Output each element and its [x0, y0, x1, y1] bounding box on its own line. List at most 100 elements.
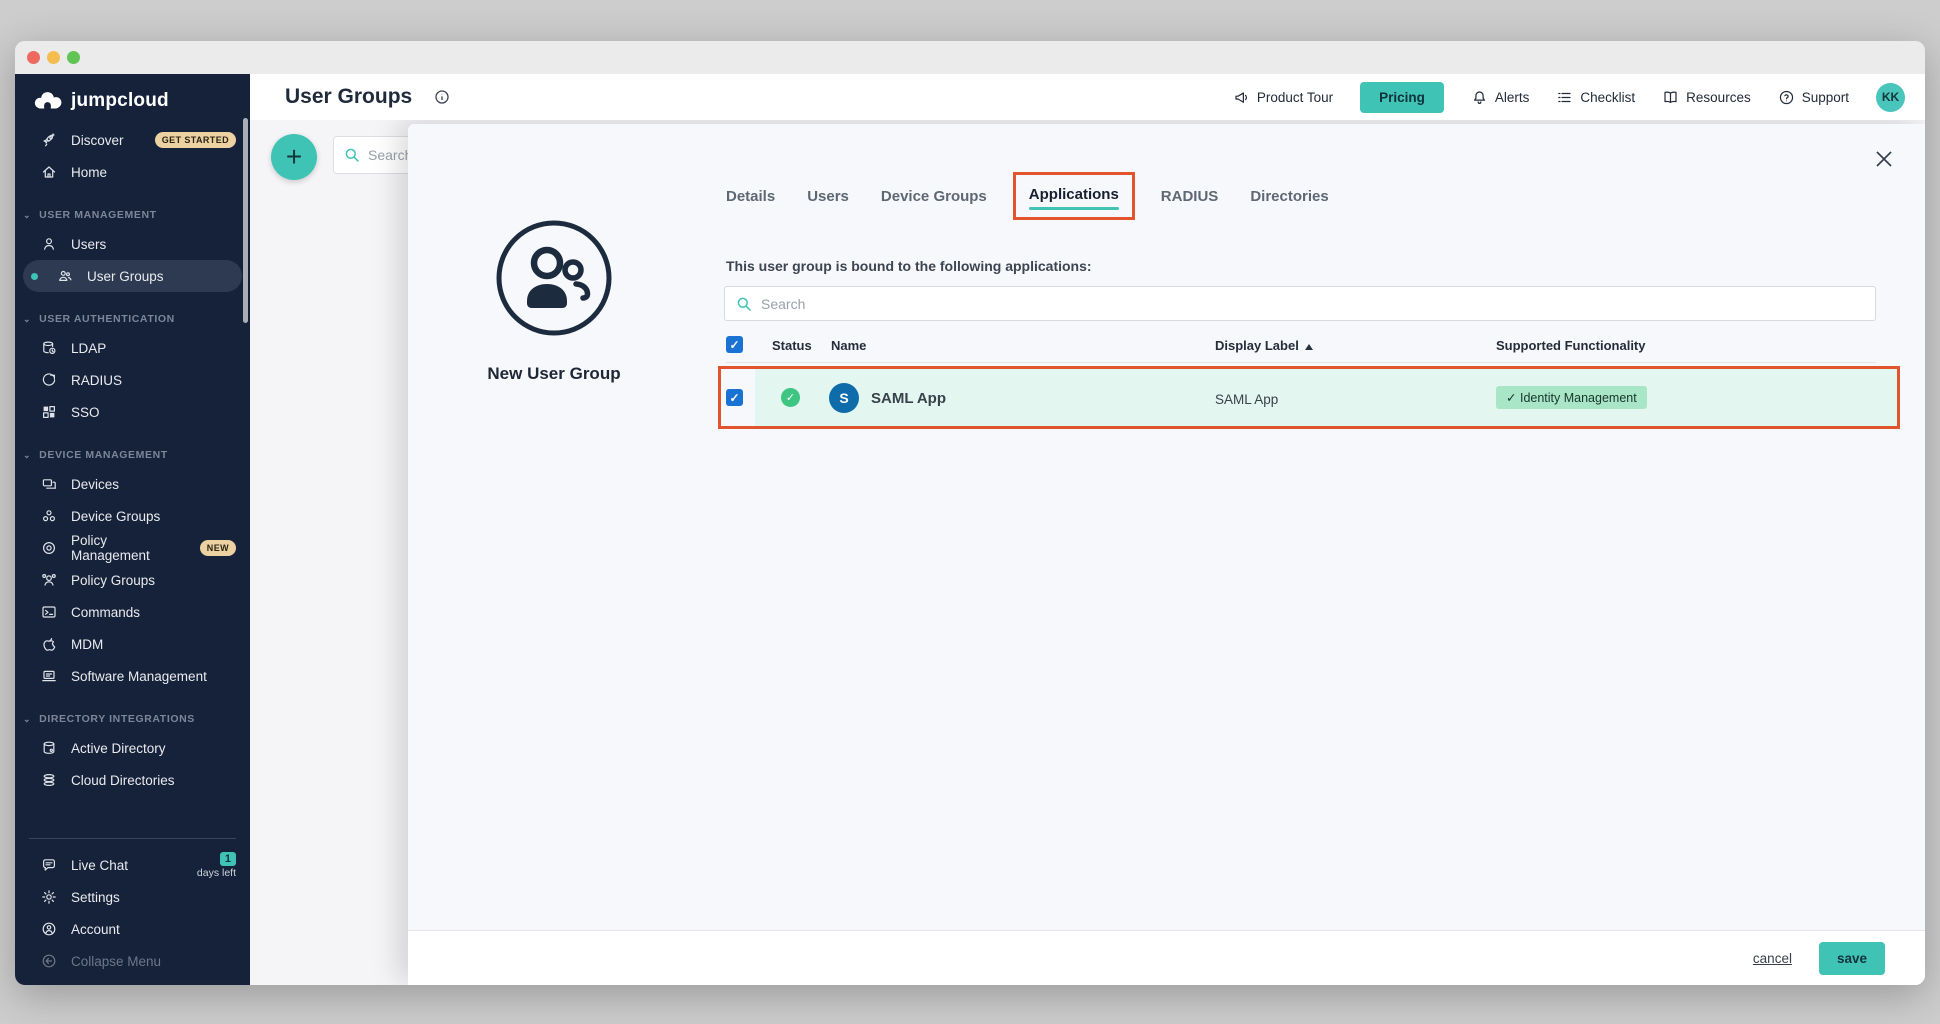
column-header-status[interactable]: Status [772, 338, 812, 353]
application-row-highlight-box: ✓ ✓ S SAML App SAML App ✓ Identity Manag… [718, 366, 1900, 429]
sidebar-item-cloud-directories[interactable]: Cloud Directories [15, 764, 250, 796]
select-all-checkbox[interactable]: ✓ [726, 336, 743, 353]
sidebar-item-user-groups[interactable]: User Groups [23, 260, 242, 292]
sidebar-item-label: Device Groups [71, 509, 160, 524]
question-circle-icon [1778, 89, 1795, 106]
chevron-down-icon: ⌄ [23, 450, 31, 461]
app-window: jumpcloud Discover GET STARTED Home ⌄ US… [15, 41, 1925, 985]
sidebar-section-user-management: ⌄ USER MANAGEMENT Users User Groups [15, 202, 250, 292]
sidebar-item-discover[interactable]: Discover GET STARTED [15, 124, 250, 156]
checklist-icon [1556, 89, 1573, 106]
sidebar-item-radius[interactable]: RADIUS [15, 364, 250, 396]
sidebar-item-devices[interactable]: Devices [15, 468, 250, 500]
chevron-down-icon: ⌄ [23, 210, 31, 221]
column-header-name[interactable]: Name [831, 338, 866, 353]
policy-group-icon [41, 572, 57, 588]
close-icon[interactable] [1873, 148, 1895, 170]
sidebar-item-commands[interactable]: Commands [15, 596, 250, 628]
applications-table-header: ✓ Status Name Display Label Supported Fu… [726, 336, 1876, 363]
account-circle-icon [41, 921, 57, 937]
info-icon[interactable] [434, 89, 450, 105]
sidebar-item-label: RADIUS [71, 373, 122, 388]
directory-database-icon [41, 740, 57, 756]
resources-button[interactable]: Resources [1662, 89, 1751, 106]
minimize-window-button[interactable] [47, 51, 60, 64]
get-started-badge: GET STARTED [155, 132, 236, 148]
page-title: User Groups [285, 85, 412, 109]
sidebar-section-directory-integrations: ⌄ DIRECTORY INTEGRATIONS Active Director… [15, 706, 250, 796]
bound-applications-description: This user group is bound to the followin… [726, 258, 1092, 274]
app-display-label: SAML App [1215, 392, 1278, 407]
close-window-button[interactable] [27, 51, 40, 64]
tab-details[interactable]: Details [726, 188, 775, 205]
sidebar-section-device-management: ⌄ DEVICE MANAGEMENT Devices Device Group… [15, 442, 250, 692]
sidebar-item-home[interactable]: Home [15, 156, 250, 188]
collapse-arrow-icon [41, 953, 57, 969]
sidebar-item-label: Commands [71, 605, 140, 620]
trial-countdown: 1 days left [197, 852, 236, 879]
tab-radius[interactable]: RADIUS [1161, 188, 1219, 205]
product-tour-button[interactable]: Product Tour [1233, 89, 1333, 106]
new-badge: NEW [200, 540, 236, 556]
sidebar-item-policy-groups[interactable]: Policy Groups [15, 564, 250, 596]
table-row[interactable]: ✓ ✓ S SAML App SAML App ✓ Identity Manag… [721, 369, 1897, 426]
sidebar-item-mdm[interactable]: MDM [15, 628, 250, 660]
rocket-icon [41, 132, 57, 148]
main-header: User Groups Product Tour Pricing Alerts [250, 74, 1925, 120]
divider [29, 838, 236, 839]
save-button[interactable]: save [1819, 942, 1885, 975]
sidebar-item-label: Software Management [71, 669, 207, 684]
sidebar-item-sso[interactable]: SSO [15, 396, 250, 428]
sidebar-item-users[interactable]: Users [15, 228, 250, 260]
support-button[interactable]: Support [1778, 89, 1849, 106]
sidebar-item-settings[interactable]: Settings [15, 881, 250, 913]
sidebar-item-active-directory[interactable]: Active Directory [15, 732, 250, 764]
column-header-display-label[interactable]: Display Label [1215, 338, 1313, 353]
section-header[interactable]: ⌄ USER AUTHENTICATION [15, 306, 250, 332]
sidebar-item-label: Devices [71, 477, 119, 492]
pricing-button[interactable]: Pricing [1360, 82, 1444, 113]
sidebar-item-label: Collapse Menu [71, 954, 161, 969]
radius-gauge-icon [41, 372, 57, 388]
grid-squares-icon [41, 404, 57, 420]
macos-titlebar [15, 41, 1925, 74]
sidebar-scrollbar[interactable] [243, 118, 248, 323]
add-user-group-button[interactable]: + [271, 134, 317, 180]
status-active-icon: ✓ [781, 388, 800, 407]
sidebar-item-device-groups[interactable]: Device Groups [15, 500, 250, 532]
header-actions: Product Tour Pricing Alerts Checklist Re… [1233, 82, 1905, 113]
tab-users[interactable]: Users [807, 188, 849, 205]
checklist-button[interactable]: Checklist [1556, 89, 1635, 106]
app-name: SAML App [871, 390, 946, 407]
tab-applications[interactable]: Applications [1029, 186, 1119, 203]
applications-search-field[interactable] [724, 286, 1876, 321]
sidebar-item-label: Active Directory [71, 741, 166, 756]
column-header-functionality[interactable]: Supported Functionality [1496, 338, 1646, 353]
sidebar-item-account[interactable]: Account [15, 913, 250, 945]
section-header[interactable]: ⌄ DIRECTORY INTEGRATIONS [15, 706, 250, 732]
sidebar-item-ldap[interactable]: LDAP [15, 332, 250, 364]
sidebar-item-policy-management[interactable]: Policy Management NEW [15, 532, 250, 564]
home-icon [41, 164, 57, 180]
zoom-window-button[interactable] [67, 51, 80, 64]
tab-bar: Details Users Device Groups Applications… [726, 186, 1329, 206]
user-avatar[interactable]: KK [1876, 83, 1905, 112]
sidebar-item-label: Live Chat [71, 858, 128, 873]
apple-icon [41, 636, 57, 652]
brand-logo[interactable]: jumpcloud [15, 74, 250, 124]
applications-search-input[interactable] [761, 296, 1864, 312]
jumpcloud-cloud-icon [33, 90, 63, 112]
chevron-down-icon: ⌄ [23, 714, 31, 725]
section-header[interactable]: ⌄ USER MANAGEMENT [15, 202, 250, 228]
cancel-button[interactable]: cancel [1753, 951, 1792, 966]
tab-directories[interactable]: Directories [1250, 188, 1328, 205]
stacked-database-icon [41, 772, 57, 788]
search-icon [736, 296, 752, 312]
sidebar-item-collapse-menu[interactable]: Collapse Menu [15, 945, 250, 977]
tab-device-groups[interactable]: Device Groups [881, 188, 987, 205]
sidebar-item-live-chat[interactable]: Live Chat 1 days left [15, 849, 250, 881]
row-checkbox[interactable]: ✓ [726, 389, 743, 406]
alerts-button[interactable]: Alerts [1471, 89, 1530, 106]
section-header[interactable]: ⌄ DEVICE MANAGEMENT [15, 442, 250, 468]
sidebar-item-software-management[interactable]: Software Management [15, 660, 250, 692]
